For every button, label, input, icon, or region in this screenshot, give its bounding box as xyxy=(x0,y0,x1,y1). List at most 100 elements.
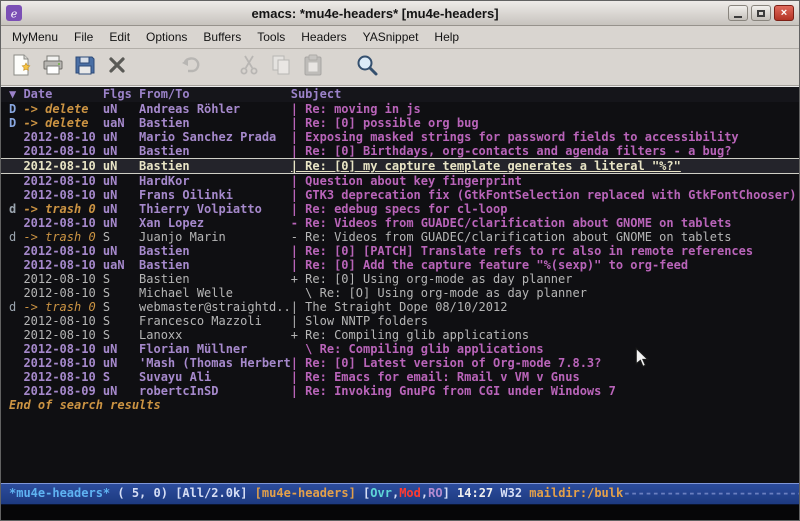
subject-cell: | Re: moving in js xyxy=(291,102,421,116)
message-row[interactable]: 2012-08-10 uaN Bastien | Re: [0] Add the… xyxy=(1,258,799,272)
message-row[interactable]: d -> trash 0 S webmaster@straightd... | … xyxy=(1,300,799,314)
message-row[interactable]: 2012-08-10 uN Bastien | Re: [0] my captu… xyxy=(1,158,799,174)
close-icon: × xyxy=(781,8,787,19)
print-icon xyxy=(41,53,65,81)
flags-cell: uN xyxy=(103,174,139,188)
mark-cell xyxy=(9,130,23,144)
paste-icon xyxy=(301,53,325,81)
date-cell: 2012-08-10 xyxy=(23,144,102,158)
flags-cell: S xyxy=(103,272,139,286)
subject-cell: | Re: Emacs for email: Rmail v VM v Gnus xyxy=(291,370,580,384)
emacs-app-icon: e xyxy=(6,5,22,21)
maximize-icon xyxy=(757,10,765,17)
message-row[interactable]: 2012-08-10 uN Bastien | Re: [0] [PATCH] … xyxy=(1,244,799,258)
message-row[interactable]: 2012-08-10 S Suvayu Ali | Re: Emacs for … xyxy=(1,370,799,384)
mark-cell xyxy=(9,188,23,202)
echo-area[interactable] xyxy=(1,505,799,520)
flags-cell: uN xyxy=(103,202,139,216)
column-header-subject[interactable]: Subject xyxy=(291,87,342,102)
message-row[interactable]: 2012-08-10 S Michael Welle \ Re: [O] Usi… xyxy=(1,286,799,300)
message-row[interactable]: 2012-08-09 uN robertcInSD | Re: Invoking… xyxy=(1,384,799,398)
mark-cell xyxy=(9,144,23,158)
from-cell: Bastien xyxy=(139,116,291,130)
svg-text:e: e xyxy=(11,8,18,21)
headers-column-header: ▼ Date Flgs From/To Subject xyxy=(1,87,799,102)
message-row[interactable]: 2012-08-10 uN Xan Lopez - Re: Videos fro… xyxy=(1,216,799,230)
minimize-icon xyxy=(734,16,742,18)
flags-cell: uaN xyxy=(103,116,139,130)
message-row[interactable]: 2012-08-10 uN 'Mash (Thomas Herbert) | R… xyxy=(1,356,799,370)
modeline-segment: RO xyxy=(428,486,442,500)
flags-cell: uN xyxy=(103,244,139,258)
date-cell: 2012-08-10 xyxy=(23,258,102,272)
menu-tools[interactable]: Tools xyxy=(249,27,293,47)
date-cell: -> trash 0 xyxy=(23,202,102,216)
subject-cell: | Slow NNTP folders xyxy=(291,314,428,328)
message-row[interactable]: 2012-08-10 uN Frans Oilinki | GTK3 depre… xyxy=(1,188,799,202)
toolbar xyxy=(1,49,799,86)
copy-button xyxy=(265,53,297,81)
print-button[interactable] xyxy=(37,53,69,81)
menu-file[interactable]: File xyxy=(66,27,101,47)
cut-icon xyxy=(237,53,261,81)
message-row[interactable]: D -> delete uaN Bastien | Re: [0] possib… xyxy=(1,116,799,130)
sort-direction-icon[interactable]: ▼ xyxy=(9,87,23,102)
subject-cell: | The Straight Dope 08/10/2012 xyxy=(291,300,508,314)
flags-cell: uN xyxy=(103,159,139,173)
message-row[interactable]: 2012-08-10 uN Mario Sanchez Prada | Expo… xyxy=(1,130,799,144)
search-button[interactable] xyxy=(351,53,383,81)
subject-cell: | Re: Invoking GnuPG from CGI under Wind… xyxy=(291,384,616,398)
flags-cell: uN xyxy=(103,130,139,144)
menu-headers[interactable]: Headers xyxy=(293,27,354,47)
menu-options[interactable]: Options xyxy=(138,27,195,47)
message-row[interactable]: 2012-08-10 uN Bastien | Re: [0] Birthday… xyxy=(1,144,799,158)
titlebar[interactable]: e emacs: *mu4e-headers* [mu4e-headers] × xyxy=(1,1,799,26)
menu-help[interactable]: Help xyxy=(426,27,467,47)
new-file-button[interactable] xyxy=(5,53,37,81)
mark-cell xyxy=(9,174,23,188)
subject-cell: | Re: [0] Latest version of Org-mode 7.8… xyxy=(291,356,602,370)
modeline-segment: ] xyxy=(443,486,457,500)
date-cell: 2012-08-10 xyxy=(23,286,102,300)
from-cell: Suvayu Ali xyxy=(139,370,291,384)
menu-edit[interactable]: Edit xyxy=(101,27,138,47)
modeline-segment: *mu4e-headers* xyxy=(9,486,110,500)
save-button[interactable] xyxy=(69,53,101,81)
subject-cell: \ Re: Compiling glib applications xyxy=(291,342,544,356)
mark-cell: d xyxy=(9,230,23,244)
column-header-date[interactable]: Date xyxy=(23,87,102,102)
menu-buffers[interactable]: Buffers xyxy=(195,27,249,47)
flags-cell: uN xyxy=(103,384,139,398)
message-row[interactable]: 2012-08-10 S Bastien + Re: [0] Using org… xyxy=(1,272,799,286)
undo-icon xyxy=(179,53,203,81)
flags-cell: S xyxy=(103,230,139,244)
date-cell: 2012-08-10 xyxy=(23,130,102,144)
date-cell: 2012-08-10 xyxy=(23,328,102,342)
maximize-button[interactable] xyxy=(751,5,771,21)
date-cell: -> delete xyxy=(23,102,102,116)
cut-button xyxy=(233,53,265,81)
menu-yasnippet[interactable]: YASnippet xyxy=(355,27,427,47)
close-button[interactable] xyxy=(101,53,133,81)
minimize-button[interactable] xyxy=(728,5,748,21)
message-row[interactable]: d -> trash 0 uN Thierry Volpiatto | Re: … xyxy=(1,202,799,216)
message-row[interactable]: 2012-08-10 S Lanoxx + Re: Compiling glib… xyxy=(1,328,799,342)
from-cell: Bastien xyxy=(139,159,291,173)
from-cell: Bastien xyxy=(139,144,291,158)
mark-cell xyxy=(9,244,23,258)
undo-button xyxy=(175,53,207,81)
subject-cell: \ Re: [O] Using org-mode as day planner xyxy=(291,286,587,300)
close-button[interactable]: × xyxy=(774,5,794,21)
message-row[interactable]: 2012-08-10 uN Florian Müllner \ Re: Comp… xyxy=(1,342,799,356)
column-header-flags[interactable]: Flgs xyxy=(103,87,139,102)
menu-mymenu[interactable]: MyMenu xyxy=(4,27,66,47)
mark-cell: d xyxy=(9,300,23,314)
mode-line[interactable]: *mu4e-headers* ( 5, 0) [All/2.0k] [mu4e-… xyxy=(1,483,799,505)
modeline-segment: Ovr xyxy=(370,486,392,500)
column-header-from[interactable]: From/To xyxy=(139,87,291,102)
message-row[interactable]: 2012-08-10 S Francesco Mazzoli | Slow NN… xyxy=(1,314,799,328)
subject-cell: | Re: [0] Birthdays, org-contacts and ag… xyxy=(291,144,732,158)
message-row[interactable]: d -> trash 0 S Juanjo Marin - Re: Videos… xyxy=(1,230,799,244)
message-row[interactable]: D -> delete uN Andreas Röhler | Re: movi… xyxy=(1,102,799,116)
message-row[interactable]: 2012-08-10 uN HardKor | Question about k… xyxy=(1,174,799,188)
